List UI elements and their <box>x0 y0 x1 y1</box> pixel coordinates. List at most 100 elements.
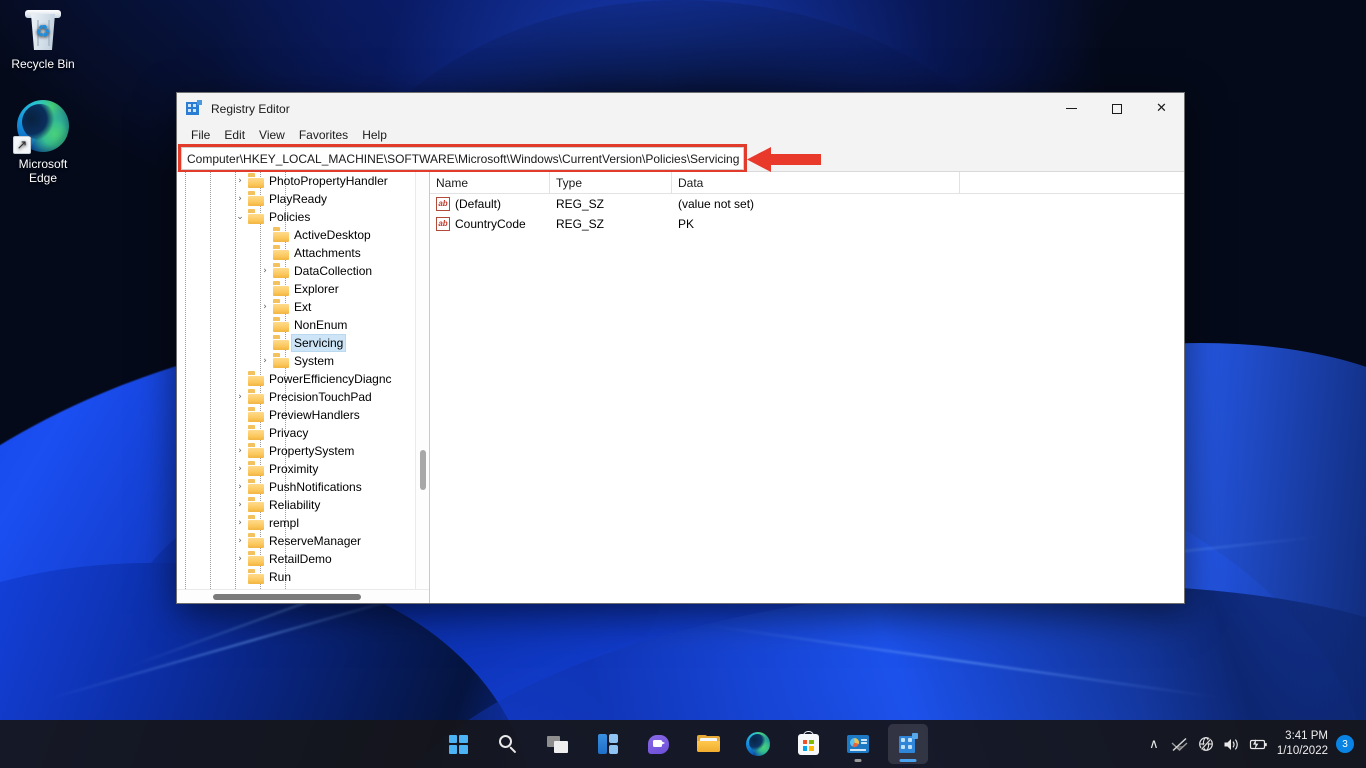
tree-item-reliability[interactable]: › Reliability <box>177 496 415 514</box>
left-arrow-annotation-icon <box>747 147 821 172</box>
chevron-right-icon[interactable]: › <box>232 190 248 208</box>
tree-item-privacy[interactable]: Privacy <box>177 424 415 442</box>
system-tray[interactable]: ∧ 3:41 PM 1/10/2022 3 <box>1141 720 1366 768</box>
folder-icon <box>248 550 264 566</box>
menu-file[interactable]: File <box>184 126 217 144</box>
tree-item-servicing[interactable]: Servicing <box>177 334 415 352</box>
tree-item-datacollection[interactable]: › DataCollection <box>177 262 415 280</box>
microsoft-store-button[interactable] <box>788 724 828 764</box>
search-button[interactable] <box>488 724 528 764</box>
globe-icon[interactable] <box>1193 724 1219 764</box>
chevron-right-icon[interactable]: › <box>232 532 248 550</box>
folder-icon <box>248 370 264 386</box>
tree-item-ext[interactable]: › Ext <box>177 298 415 316</box>
tree-item-label: Run <box>269 570 292 584</box>
tree-item-previewhandlers[interactable]: PreviewHandlers <box>177 406 415 424</box>
microsoft-edge-button[interactable] <box>738 724 778 764</box>
desktop-icon-microsoft-edge[interactable]: ↗ Microsoft Edge <box>0 100 86 185</box>
chevron-right-icon[interactable]: › <box>257 352 273 370</box>
tree-item-rempl[interactable]: › rempl <box>177 514 415 532</box>
tree-item-label: Proximity <box>269 462 319 476</box>
tree-vertical-scrollbar[interactable] <box>415 172 429 589</box>
desktop-icon-recycle-bin[interactable]: ♻ Recycle Bin <box>0 8 86 71</box>
chevron-right-icon[interactable]: › <box>232 496 248 514</box>
recycle-bin-icon: ♻ <box>24 8 62 52</box>
window-titlebar[interactable]: Registry Editor ✕ <box>177 93 1184 124</box>
chevron-right-icon[interactable]: › <box>257 262 273 280</box>
registry-editor-button[interactable] <box>888 724 928 764</box>
tree-item-powerefficiencydiagnc[interactable]: PowerEfficiencyDiagnc <box>177 370 415 388</box>
window-controls[interactable]: ✕ <box>1049 93 1184 124</box>
tree-item-pushnotifications[interactable]: › PushNotifications <box>177 478 415 496</box>
value-row[interactable]: ab (Default) REG_SZ (value not set) <box>430 194 1184 214</box>
tree-item-propertysystem[interactable]: › PropertySystem <box>177 442 415 460</box>
menu-favorites[interactable]: Favorites <box>292 126 355 144</box>
maximize-button[interactable] <box>1094 93 1139 124</box>
menu-bar[interactable]: File Edit View Favorites Help <box>177 124 1184 146</box>
value-name-text: CountryCode <box>455 217 526 231</box>
settings-icon <box>847 735 869 753</box>
menu-help[interactable]: Help <box>355 126 394 144</box>
minimize-button[interactable] <box>1049 93 1094 124</box>
volume-icon[interactable] <box>1219 724 1245 764</box>
tree-horizontal-scrollbar[interactable] <box>177 589 429 603</box>
column-header-name[interactable]: Name <box>430 172 550 193</box>
registry-tree-pane[interactable]: › PhotoPropertyHandler › PlayReady ⌄ Policies… <box>177 172 430 603</box>
chevron-right-icon[interactable]: › <box>232 172 248 190</box>
chat-button[interactable] <box>638 724 678 764</box>
registry-values-pane[interactable]: Name Type Data ab (Default) REG_SZ (value n… <box>430 172 1184 603</box>
tree-item-retaildemo[interactable]: › RetailDemo <box>177 550 415 568</box>
scrollbar-thumb[interactable] <box>213 594 361 600</box>
address-bar-area[interactable]: Computer\HKEY_LOCAL_MACHINE\SOFTWARE\Mic… <box>177 144 1184 173</box>
chevron-right-icon[interactable]: › <box>232 388 248 406</box>
tree-item-explorer[interactable]: Explorer <box>177 280 415 298</box>
close-button[interactable]: ✕ <box>1139 93 1184 124</box>
clock[interactable]: 3:41 PM 1/10/2022 <box>1271 729 1336 759</box>
show-hidden-icons-button[interactable]: ∧ <box>1141 724 1167 764</box>
registry-editor-window[interactable]: Registry Editor ✕ File Edit View Favorit… <box>176 92 1185 604</box>
tree-item-label: DataCollection <box>294 264 373 278</box>
chevron-right-icon[interactable]: › <box>232 550 248 568</box>
file-explorer-button[interactable] <box>688 724 728 764</box>
value-row[interactable]: ab CountryCode REG_SZ PK <box>430 214 1184 234</box>
tree-item-precisiontouchpad[interactable]: › PrecisionTouchPad <box>177 388 415 406</box>
values-column-header[interactable]: Name Type Data <box>430 172 1184 194</box>
task-view-button[interactable] <box>538 724 578 764</box>
chevron-right-icon[interactable]: › <box>257 298 273 316</box>
network-disconnected-icon[interactable] <box>1167 724 1193 764</box>
window-content: › PhotoPropertyHandler › PlayReady ⌄ Policies… <box>177 171 1184 603</box>
scrollbar-thumb[interactable] <box>420 450 426 490</box>
chevron-right-icon[interactable]: › <box>232 514 248 532</box>
address-bar[interactable]: Computer\HKEY_LOCAL_MACHINE\SOFTWARE\Mic… <box>181 147 744 170</box>
chevron-right-icon[interactable]: › <box>232 442 248 460</box>
widgets-button[interactable] <box>588 724 628 764</box>
tree-item-nonenum[interactable]: NonEnum <box>177 316 415 334</box>
chevron-right-icon[interactable]: › <box>232 478 248 496</box>
settings-button[interactable] <box>838 724 878 764</box>
tree-item-run[interactable]: Run <box>177 568 415 586</box>
chevron-right-icon[interactable]: › <box>232 460 248 478</box>
taskbar-active-indicator <box>899 759 917 762</box>
tree-item-playready[interactable]: › PlayReady <box>177 190 415 208</box>
tree-item-policies[interactable]: ⌄ Policies <box>177 208 415 226</box>
tree-item-attachments[interactable]: Attachments <box>177 244 415 262</box>
tree-item-activedesktop[interactable]: ActiveDesktop <box>177 226 415 244</box>
menu-view[interactable]: View <box>252 126 292 144</box>
tree-item-photopropertyhandler[interactable]: › PhotoPropertyHandler <box>177 172 415 190</box>
taskbar[interactable]: ∧ 3:41 PM 1/10/2022 3 <box>0 720 1366 768</box>
column-header-type[interactable]: Type <box>550 172 672 193</box>
tree-item-reservemanager[interactable]: › ReserveManager <box>177 532 415 550</box>
tree-item-proximity[interactable]: › Proximity <box>177 460 415 478</box>
tree-item-system[interactable]: › System <box>177 352 415 370</box>
menu-edit[interactable]: Edit <box>217 126 252 144</box>
registry-editor-icon <box>897 733 919 755</box>
battery-charging-icon[interactable] <box>1245 724 1271 764</box>
chevron-down-icon[interactable]: ⌄ <box>232 208 248 226</box>
start-button[interactable] <box>438 724 478 764</box>
notification-badge[interactable]: 3 <box>1336 735 1354 753</box>
column-header-data[interactable]: Data <box>672 172 960 193</box>
value-name-cell: ab CountryCode <box>430 217 550 231</box>
